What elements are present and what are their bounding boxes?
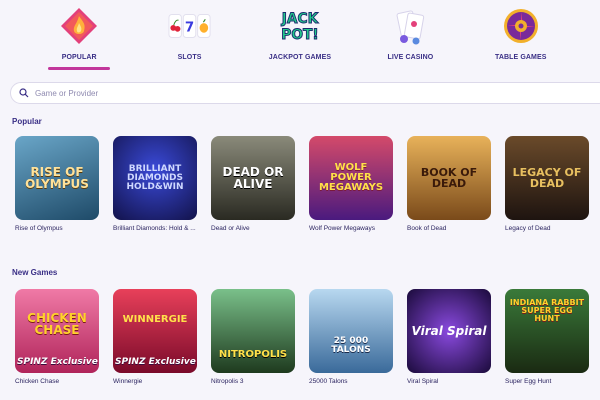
game-thumbnail: Rise of Olympus: [15, 136, 99, 220]
game-tile[interactable]: Dead or Alive Dead or Alive: [211, 136, 295, 232]
game-name: Super Egg Hunt: [505, 378, 552, 385]
game-tile[interactable]: Legacy of Dead Legacy of Dead: [505, 136, 589, 232]
section-title-popular: Popular: [12, 117, 42, 126]
game-tile[interactable]: Chicken Chase SPINZ Exclusive Chicken Ch…: [15, 289, 99, 385]
category-nav: POPULAR 7 SLOTS JACK POT! JACKPOT GAMES …: [0, 0, 600, 72]
category-popular[interactable]: POPULAR: [34, 0, 124, 72]
exclusive-badge: SPINZ Exclusive: [17, 357, 98, 367]
section-title-new-games: New Games: [12, 268, 58, 277]
game-thumbnail: Nitropolis: [211, 289, 295, 373]
game-name: Brilliant Diamonds: Hold & ...: [113, 225, 196, 232]
game-name: Wolf Power Megaways: [309, 225, 375, 232]
game-art-text: Dead or Alive: [222, 165, 284, 191]
game-art-text: Legacy of Dead: [512, 166, 582, 190]
playing-cards-icon: [388, 4, 432, 48]
category-label: LIVE CASINO: [387, 54, 434, 61]
game-tile[interactable]: Indiana Rabbit Super Egg Hunt Super Egg …: [505, 289, 589, 385]
game-name: Nitropolis 3: [211, 378, 244, 385]
game-thumbnail: Indiana Rabbit Super Egg Hunt: [505, 289, 589, 373]
game-art-text: Nitropolis: [218, 349, 288, 360]
slots-icon-digit: 7: [184, 21, 193, 36]
game-thumbnail: Chicken Chase SPINZ Exclusive: [15, 289, 99, 373]
game-tile[interactable]: 25 000 Talons 25000 Talons: [309, 289, 393, 385]
search-bar[interactable]: [10, 82, 600, 104]
game-thumbnail: 25 000 Talons: [309, 289, 393, 373]
category-jackpot-games[interactable]: JACK POT! JACKPOT GAMES: [255, 0, 345, 72]
game-name: Legacy of Dead: [505, 225, 551, 232]
game-tile[interactable]: Brilliant Diamonds Hold&Win Brilliant Di…: [113, 136, 197, 232]
active-indicator: [48, 67, 111, 70]
game-tile[interactable]: Wolf Power Megaways Wolf Power Megaways: [309, 136, 393, 232]
game-art-text: Viral Spiral: [411, 324, 487, 338]
category-label: SLOTS: [177, 54, 202, 61]
category-label: POPULAR: [61, 54, 97, 61]
game-thumbnail: Wolf Power Megaways: [309, 136, 393, 220]
game-tile[interactable]: Viral Spiral Viral Spiral: [407, 289, 491, 385]
new-games-row: Chicken Chase SPINZ Exclusive Chicken Ch…: [15, 289, 589, 385]
game-art-text: Winnergie: [122, 314, 188, 325]
roulette-wheel-icon: [499, 4, 543, 48]
category-label: JACKPOT GAMES: [268, 54, 332, 61]
game-art-text: Brilliant Diamonds Hold&Win: [126, 163, 184, 192]
game-name: Rise of Olympus: [15, 225, 63, 232]
game-thumbnail: Legacy of Dead: [505, 136, 589, 220]
game-art-text: Wolf Power Megaways: [318, 162, 384, 193]
slot-symbols-icon: 7: [168, 4, 212, 48]
game-art-text: Book of Dead: [420, 166, 478, 190]
category-live-casino[interactable]: LIVE CASINO: [365, 0, 455, 72]
game-name: Winnergie: [113, 378, 143, 385]
search-input[interactable]: [35, 88, 535, 98]
game-art-text: 25 000 Talons: [331, 336, 371, 355]
jackpot-icon-line2: POT!: [281, 27, 318, 43]
game-thumbnail: Viral Spiral: [407, 289, 491, 373]
jackpot-logo-icon: JACK POT!: [278, 4, 322, 48]
game-thumbnail: Book of Dead: [407, 136, 491, 220]
jackpot-icon-line1: JACK: [281, 11, 320, 27]
popular-games-row: Rise of Olympus Rise of Olympus Brillian…: [15, 136, 589, 232]
game-thumbnail: Dead or Alive: [211, 136, 295, 220]
game-name: Chicken Chase: [15, 378, 60, 385]
game-thumbnail: Brilliant Diamonds Hold&Win: [113, 136, 197, 220]
game-name: Viral Spiral: [407, 378, 439, 385]
game-name: Book of Dead: [407, 225, 447, 232]
game-art-text: Chicken Chase: [27, 311, 87, 337]
game-tile[interactable]: Winnergie SPINZ Exclusive Winnergie: [113, 289, 197, 385]
exclusive-badge: SPINZ Exclusive: [115, 357, 196, 367]
game-thumbnail: Winnergie SPINZ Exclusive: [113, 289, 197, 373]
search-icon: [19, 88, 29, 98]
flame-diamond-icon: [57, 4, 101, 48]
game-tile[interactable]: Nitropolis Nitropolis 3: [211, 289, 295, 385]
game-tile[interactable]: Rise of Olympus Rise of Olympus: [15, 136, 99, 232]
game-name: 25000 Talons: [309, 378, 348, 385]
category-slots[interactable]: 7 SLOTS: [145, 0, 235, 72]
category-table-games[interactable]: TABLE GAMES: [476, 0, 566, 72]
game-art-text: Indiana Rabbit Super Egg Hunt: [509, 298, 585, 323]
game-art-text: Rise of Olympus: [25, 165, 89, 191]
category-label: TABLE GAMES: [494, 54, 547, 61]
game-name: Dead or Alive: [211, 225, 250, 232]
game-tile[interactable]: Book of Dead Book of Dead: [407, 136, 491, 232]
